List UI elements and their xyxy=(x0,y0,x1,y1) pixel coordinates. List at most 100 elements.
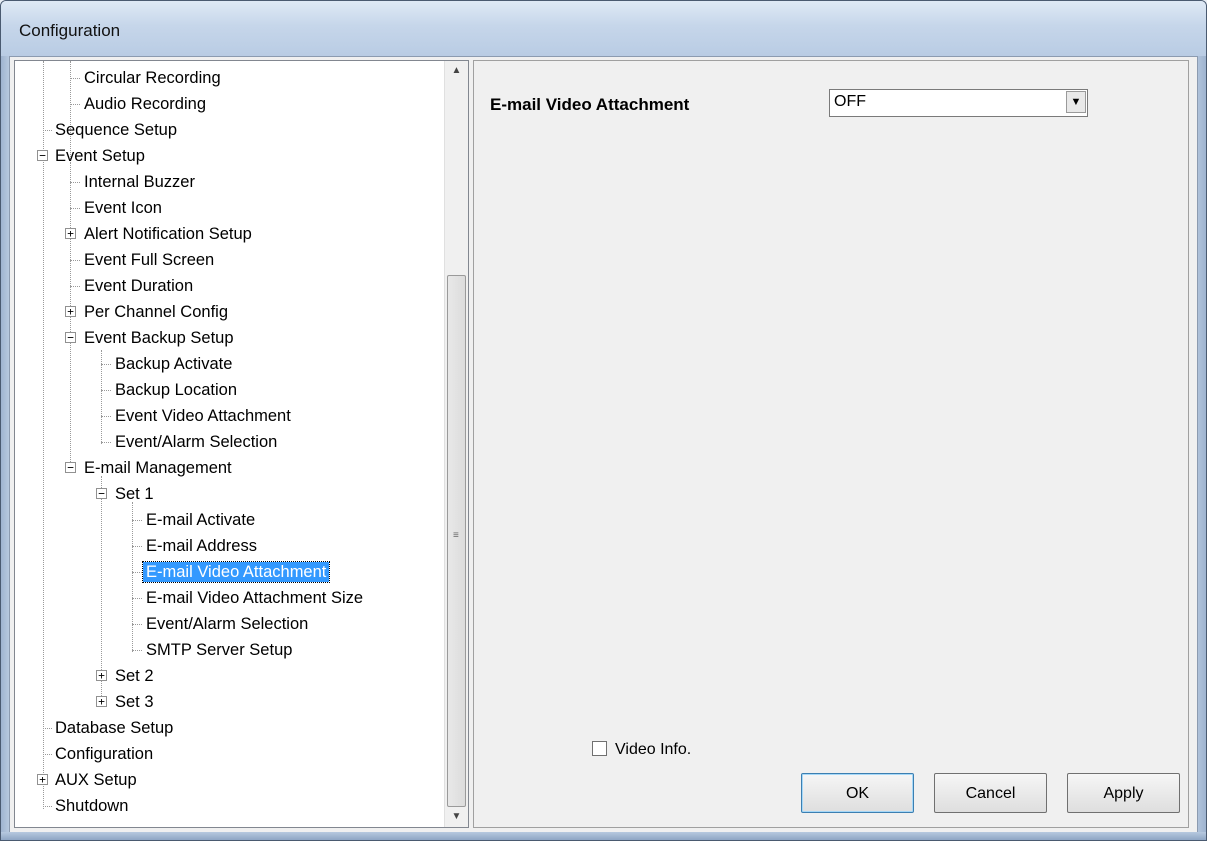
expand-icon[interactable]: + xyxy=(96,670,107,681)
tree-item-event-duration[interactable]: Event Duration xyxy=(70,273,196,299)
window-frame-bottom xyxy=(1,832,1206,840)
tree-item-database-setup[interactable]: Database Setup xyxy=(43,715,176,741)
tree-item-label: Event Icon xyxy=(84,199,162,217)
tree-item-label: E-mail Address xyxy=(146,537,257,555)
tree-item-label: Event Duration xyxy=(84,277,194,295)
tree-item-smtp-server-setup[interactable]: SMTP Server Setup xyxy=(132,637,295,663)
tree-guide xyxy=(43,754,52,755)
expand-icon[interactable]: + xyxy=(96,696,107,707)
tree-item-email-activate[interactable]: E-mail Activate xyxy=(132,507,258,533)
tree-item-backup-location[interactable]: Backup Location xyxy=(101,377,240,403)
tree-item-email-video-attachment-size[interactable]: E-mail Video Attachment Size xyxy=(132,585,366,611)
tree-item-label: Event/Alarm Selection xyxy=(115,433,278,451)
tree-item-circular-recording[interactable]: Circular Recording xyxy=(70,65,224,91)
tree-item-label: Audio Recording xyxy=(84,95,206,113)
tree-item-label: Database Setup xyxy=(55,719,174,737)
tree-item-label: E-mail Video Attachment xyxy=(141,561,331,583)
tree-guide xyxy=(43,728,52,729)
tree-item-label: E-mail Management xyxy=(84,459,232,477)
tree-guide xyxy=(132,624,142,625)
tree-guide xyxy=(132,598,142,599)
tree-guide xyxy=(70,104,80,105)
tree-guide xyxy=(132,572,142,573)
collapse-icon[interactable]: − xyxy=(65,462,76,473)
tree-item-event-alarm-selection-2[interactable]: Event/Alarm Selection xyxy=(132,611,311,637)
expand-icon[interactable]: + xyxy=(65,306,76,317)
video-info-label: Video Info. xyxy=(615,741,692,758)
tree-item-sequence-setup[interactable]: Sequence Setup xyxy=(43,117,180,143)
tree-guide xyxy=(43,806,52,807)
expand-icon[interactable]: + xyxy=(65,228,76,239)
tree-guide xyxy=(70,78,80,79)
video-info-checkbox[interactable] xyxy=(592,741,607,756)
email-video-attachment-select[interactable]: OFF ▼ xyxy=(829,89,1088,117)
collapse-icon[interactable]: − xyxy=(96,488,107,499)
window-title: Configuration xyxy=(19,21,121,40)
tree-item-label: Set 3 xyxy=(115,693,154,711)
apply-button[interactable]: Apply xyxy=(1067,773,1180,813)
tree-guide xyxy=(101,416,111,417)
tree-item-event-setup[interactable]: Event Setup xyxy=(45,143,148,169)
collapse-icon[interactable]: − xyxy=(65,332,76,343)
scroll-up-icon[interactable]: ▲ xyxy=(445,61,468,81)
tree-guide xyxy=(70,286,80,287)
tree-item-event-backup-setup[interactable]: Event Backup Setup xyxy=(73,325,237,351)
tree-item-label: E-mail Activate xyxy=(146,511,256,529)
tree-item-label: Sequence Setup xyxy=(55,121,178,139)
tree-guide xyxy=(101,442,111,443)
tree-item-label: Event Video Attachment xyxy=(115,407,291,425)
tree-item-label: SMTP Server Setup xyxy=(146,641,293,659)
tree-guide xyxy=(132,520,142,521)
title-bar[interactable]: Configuration xyxy=(1,1,1206,56)
tree-item-event-full-screen[interactable]: Event Full Screen xyxy=(70,247,217,273)
cancel-button[interactable]: Cancel xyxy=(934,773,1047,813)
client-area: Circular Recording Audio Recording Seque… xyxy=(9,56,1198,834)
tree-guide xyxy=(132,546,142,547)
tree-item-configuration[interactable]: Configuration xyxy=(43,741,156,767)
tree-item-internal-buzzer[interactable]: Internal Buzzer xyxy=(70,169,198,195)
tree-item-event-alarm-selection[interactable]: Event/Alarm Selection xyxy=(101,429,280,455)
scroll-down-icon[interactable]: ▼ xyxy=(445,807,468,827)
tree-item-set-2[interactable]: Set 2 xyxy=(104,663,157,689)
tree-item-set-3[interactable]: Set 3 xyxy=(104,689,157,715)
tree-item-per-channel-config[interactable]: Per Channel Config xyxy=(73,299,231,325)
tree-item-label: Event/Alarm Selection xyxy=(146,615,309,633)
tree-item-email-management[interactable]: E-mail Management xyxy=(73,455,235,481)
video-info-option[interactable]: Video Info. xyxy=(592,741,691,759)
tree-rows: Circular Recording Audio Recording Seque… xyxy=(15,61,445,827)
tree-item-set-1[interactable]: Set 1 xyxy=(104,481,157,507)
tree-guide xyxy=(101,364,111,365)
expand-icon[interactable]: + xyxy=(37,774,48,785)
tree-item-label: Alert Notification Setup xyxy=(84,225,252,243)
collapse-icon[interactable]: − xyxy=(37,150,48,161)
tree-item-label: Event Backup Setup xyxy=(84,329,234,347)
tree-item-email-address[interactable]: E-mail Address xyxy=(132,533,260,559)
tree-guide xyxy=(70,208,80,209)
tree-scrollbar[interactable]: ▲ ≡ ▼ xyxy=(444,61,468,827)
tree-item-alert-notification-setup[interactable]: Alert Notification Setup xyxy=(73,221,255,247)
tree-item-event-icon[interactable]: Event Icon xyxy=(70,195,165,221)
scrollbar-thumb[interactable]: ≡ xyxy=(447,275,466,807)
tree-guide xyxy=(132,502,133,652)
tree-item-shutdown[interactable]: Shutdown xyxy=(43,793,131,819)
tree-item-label: Shutdown xyxy=(55,797,129,815)
tree-item-audio-recording[interactable]: Audio Recording xyxy=(70,91,209,117)
ok-button[interactable]: OK xyxy=(801,773,914,813)
tree-guide xyxy=(43,130,52,131)
tree-item-backup-activate[interactable]: Backup Activate xyxy=(101,351,235,377)
tree-item-label: Event Setup xyxy=(55,147,145,165)
tree-item-email-video-attachment[interactable]: E-mail Video Attachment xyxy=(132,559,331,585)
tree-item-event-video-attachment[interactable]: Event Video Attachment xyxy=(101,403,294,429)
tree-item-label: Set 1 xyxy=(115,485,154,503)
tree-guide xyxy=(70,182,80,183)
tree-guide xyxy=(101,390,111,391)
tree-item-label: E-mail Video Attachment Size xyxy=(146,589,364,607)
tree-guide xyxy=(70,260,80,261)
email-video-attachment-label: E-mail Video Attachment xyxy=(490,95,690,114)
tree-guide xyxy=(43,61,44,809)
tree-item-aux-setup[interactable]: AUX Setup xyxy=(45,767,140,793)
grip-icon: ≡ xyxy=(453,530,459,541)
settings-panel: E-mail Video Attachment OFF ▼ Video Info… xyxy=(473,60,1189,828)
dropdown-arrow-icon[interactable]: ▼ xyxy=(1066,91,1086,113)
tree-guide xyxy=(132,650,142,651)
